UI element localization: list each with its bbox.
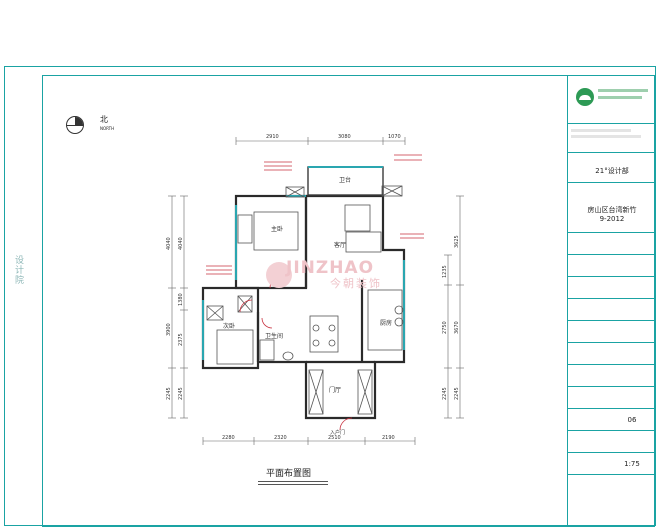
dim-top-2: 3080 <box>338 134 351 140</box>
tb-faint-line-2 <box>571 135 641 138</box>
tb-faint-line <box>571 129 631 132</box>
dim-left-3: 2245 <box>166 387 172 400</box>
tb-row-1 <box>568 233 656 255</box>
dim-right-inner-2: 2750 <box>442 321 448 334</box>
dim-left-inner-4: 2245 <box>178 387 184 400</box>
title-underline <box>258 481 328 482</box>
tb-project-code: 9-2012 <box>599 215 625 223</box>
tb-row-8 <box>568 387 656 409</box>
tb-cell-client <box>568 123 656 153</box>
room-bathroom: 卫生间 <box>265 332 283 340</box>
title-block: 21°设计部 房山区台湾新竹 9-2012 06 1:75 <box>567 75 656 527</box>
dimension-lines <box>168 137 464 445</box>
logo-mark-icon <box>576 88 594 106</box>
tb-row-6 <box>568 343 656 365</box>
dim-right-2: 3670 <box>454 321 460 334</box>
dim-left-inner-2: 1380 <box>178 293 184 306</box>
tb-department: 21°设计部 <box>595 167 629 175</box>
tb-row-5 <box>568 321 656 343</box>
tb-sheet-no: 06 <box>627 416 637 424</box>
dim-left-2: 3900 <box>166 323 172 336</box>
tb-row-3 <box>568 277 656 299</box>
tb-row-9 <box>568 431 656 453</box>
tb-cell-sheet: 06 <box>568 409 656 431</box>
dim-right-inner-3: 2245 <box>442 387 448 400</box>
tb-cell-scale: 1:75 <box>568 453 656 475</box>
dim-bottom-1: 2280 <box>222 435 235 441</box>
title-underline-2 <box>258 484 328 485</box>
tb-cell-project: 房山区台湾新竹 9-2012 <box>568 183 656 233</box>
room-balcony: 卫台 <box>339 176 351 184</box>
dim-left-1: 4040 <box>166 237 172 250</box>
dim-right-3: 2245 <box>454 387 460 400</box>
room-second-bedroom: 次卧 <box>223 322 235 330</box>
tb-scale: 1:75 <box>624 460 640 468</box>
logo-text-line <box>598 89 648 92</box>
tb-row-2 <box>568 255 656 277</box>
room-entry: 门厅 <box>329 386 341 394</box>
tb-project: 房山区台湾新竹 <box>587 206 637 214</box>
dim-left-inner-1: 4040 <box>178 237 184 250</box>
callout-tags <box>206 154 424 275</box>
dim-top-1: 2910 <box>266 134 279 140</box>
dim-right-1: 3625 <box>454 235 460 248</box>
room-master-bedroom: 主卧 <box>271 225 283 233</box>
company-logo <box>568 75 656 124</box>
walls <box>201 194 406 420</box>
dim-left-inner-3: 2375 <box>178 333 184 346</box>
room-entrance: 入户门 <box>330 429 345 436</box>
tb-cell-department: 21°设计部 <box>568 153 656 183</box>
tb-row-4 <box>568 299 656 321</box>
watermark-sub: 今朝装饰 <box>330 277 382 290</box>
dim-bottom-2: 2320 <box>274 435 287 441</box>
tb-row-7 <box>568 365 656 387</box>
room-living: 客厅 <box>334 241 346 249</box>
logo-text-line-2 <box>598 96 642 99</box>
dim-top-3: 1070 <box>388 134 401 140</box>
dim-bottom-4: 2190 <box>382 435 395 441</box>
drawing-title: 平面布置图 <box>266 469 312 479</box>
dim-right-inner-1: 1235 <box>442 265 448 278</box>
room-kitchen: 厨房 <box>380 319 392 327</box>
